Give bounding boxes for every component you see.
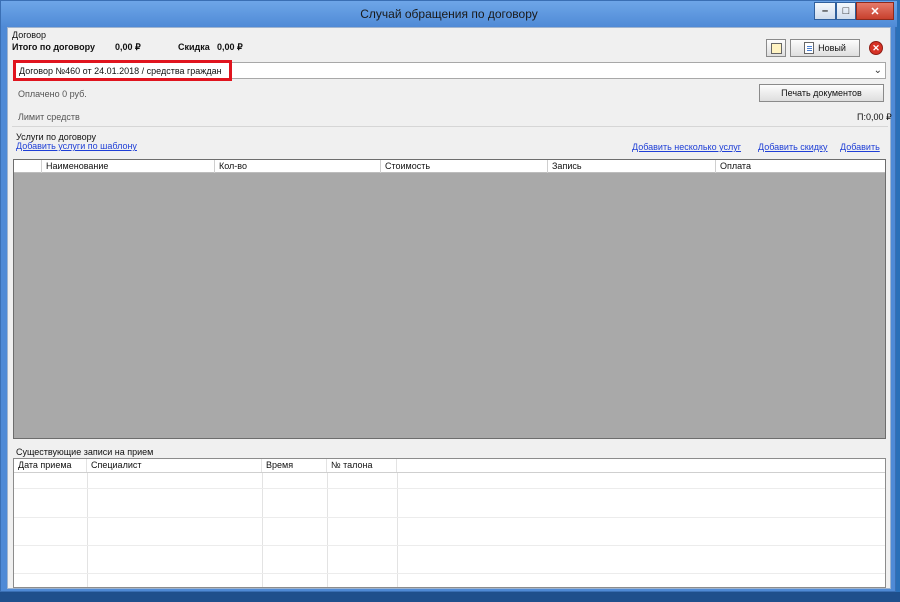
- appointments-section-label: Существующие записи на прием: [16, 447, 154, 457]
- add-discount-link[interactable]: Добавить скидку: [758, 142, 828, 152]
- column-header-date[interactable]: Дата приема: [14, 459, 87, 472]
- print-documents-label: Печать документов: [781, 88, 862, 98]
- taskbar: [0, 592, 900, 602]
- limit-label: Лимит средств: [18, 112, 80, 122]
- grid-row-line: [14, 545, 885, 546]
- new-document-icon: [804, 42, 815, 54]
- section-divider: [12, 126, 888, 127]
- services-grid-header: Наименование Кол-во Стоимость Запись Опл…: [14, 160, 885, 173]
- edit-contract-button[interactable]: [766, 39, 786, 57]
- grid-divider: [397, 459, 398, 587]
- grid-row-line: [14, 517, 885, 518]
- new-contract-button-label: Новый: [818, 43, 846, 53]
- add-multiple-services-link[interactable]: Добавить несколько услуг: [632, 142, 741, 152]
- minimize-button[interactable]: –: [814, 2, 836, 20]
- appointments-grid-header: Дата приема Специалист Время № талона: [14, 459, 885, 473]
- limit-value: П:0,00 ₽: [857, 112, 892, 122]
- client-area: Договор Итого по договору 0,00 ₽ Скидка …: [7, 27, 892, 589]
- total-label: Итого по договору: [12, 42, 95, 52]
- add-service-link[interactable]: Добавить: [840, 142, 880, 152]
- column-header-cost[interactable]: Стоимость: [381, 160, 548, 173]
- maximize-button[interactable]: □: [836, 2, 856, 20]
- services-grid[interactable]: Наименование Кол-во Стоимость Запись Опл…: [13, 159, 886, 439]
- grid-row-line: [14, 573, 885, 574]
- paid-text: Оплачено 0 руб.: [18, 89, 87, 99]
- highlight-box: [13, 60, 232, 81]
- column-header-record[interactable]: Запись: [548, 160, 716, 173]
- column-header-specialist[interactable]: Специалист: [87, 459, 262, 472]
- discount-label: Скидка: [178, 42, 210, 52]
- column-header-name[interactable]: Наименование: [42, 160, 215, 173]
- column-header-quantity[interactable]: Кол-во: [215, 160, 381, 173]
- new-contract-button[interactable]: Новый: [790, 39, 860, 57]
- add-template-services-link[interactable]: Добавить услуги по шаблону: [16, 141, 137, 151]
- column-header-ticket[interactable]: № талона: [327, 459, 397, 472]
- title-bar[interactable]: Случай обращения по договору – □ ✕: [1, 1, 897, 27]
- print-documents-button[interactable]: Печать документов: [759, 84, 884, 102]
- discount-value: 0,00 ₽: [217, 42, 243, 52]
- edit-icon: [770, 42, 782, 54]
- grid-divider: [327, 459, 328, 587]
- grid-row-line: [14, 488, 885, 489]
- column-header-time[interactable]: Время: [262, 459, 327, 472]
- window-title: Случай обращения по договору: [360, 7, 538, 21]
- appointments-grid[interactable]: Дата приема Специалист Время № талона: [13, 458, 886, 588]
- delete-contract-icon[interactable]: ✕: [869, 41, 883, 55]
- close-window-button[interactable]: ✕: [856, 2, 894, 20]
- column-header-payment[interactable]: Оплата: [716, 160, 885, 173]
- app-window: Случай обращения по договору – □ ✕ Догов…: [0, 0, 897, 592]
- row-header-column: [14, 160, 42, 173]
- chevron-down-icon[interactable]: ⌄: [874, 65, 882, 76]
- grid-divider: [87, 459, 88, 587]
- grid-divider: [262, 459, 263, 587]
- contract-section-label: Договор: [12, 30, 46, 40]
- total-value: 0,00 ₽: [115, 42, 141, 52]
